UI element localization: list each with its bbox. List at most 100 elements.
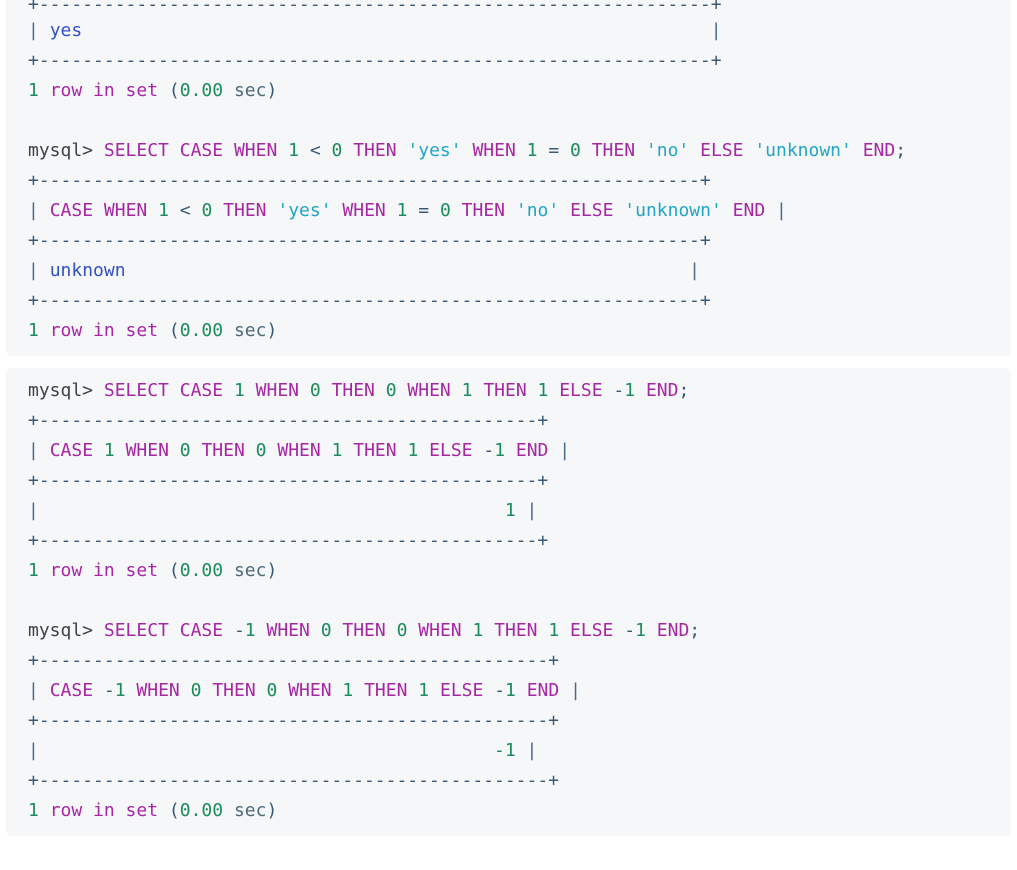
result-cell-value: yes (49, 20, 83, 41)
table-pipe-right: | (526, 500, 538, 521)
table-separator-rule: +---------------------------------------… (6, 466, 1011, 496)
table-pipe-right: | (559, 440, 571, 461)
sql-keyword: WHEN (125, 440, 169, 461)
sql-number-literal: 1 (472, 620, 484, 641)
sql-number-literal: 0 (266, 680, 278, 701)
sql-keyword: WHEN (255, 380, 299, 401)
sql-keyword: ELSE (429, 440, 473, 461)
status-text: row in set (49, 320, 159, 341)
cell-padding (39, 500, 505, 521)
sql-number-literal: 1 (342, 680, 354, 701)
table-separator-rule: +---------------------------------------… (6, 46, 1011, 76)
table-header-row: | CASE 1 WHEN 0 THEN 0 WHEN 1 THEN 1 ELS… (6, 436, 1011, 466)
sql-keyword: CASE (179, 380, 224, 401)
status-row-count: 1 (28, 560, 39, 581)
sql-string-literal: 'no' (645, 140, 690, 161)
sql-number-literal: 0 (309, 380, 321, 401)
status-close-paren: ) (266, 800, 278, 821)
sql-keyword: CASE (179, 620, 224, 641)
status-text: row in set (49, 560, 159, 581)
query-line: mysql> SELECT CASE WHEN 1 < 0 THEN 'yes'… (6, 136, 1011, 166)
table-separator-rule: +---------------------------------------… (6, 526, 1011, 556)
sql-keyword: WHEN (103, 200, 148, 221)
sql-keyword: ELSE (439, 680, 484, 701)
query-line: mysql> SELECT CASE -1 WHEN 0 THEN 0 WHEN… (6, 616, 1011, 646)
sql-keyword: THEN (364, 680, 408, 701)
table-pipe-right: | (526, 740, 538, 761)
table-separator-rule: +---------------------------------------… (6, 766, 1011, 796)
status-duration: 0.00 (179, 80, 224, 101)
sql-keyword: SELECT (103, 380, 169, 401)
table-rule-text: +---------------------------------------… (28, 50, 722, 71)
sql-keyword: CASE (49, 440, 94, 461)
sql-keyword: ELSE (570, 620, 614, 641)
sql-keyword: THEN (212, 680, 256, 701)
table-result-row: | unknown | (6, 256, 1011, 286)
sql-number-literal: 1 (233, 380, 245, 401)
query-line: mysql> SELECT CASE 1 WHEN 0 THEN 0 WHEN … (6, 376, 1011, 406)
sql-number-literal: 1 (461, 380, 473, 401)
table-pipe-left: | (28, 740, 39, 761)
sql-number-literal: 0 (396, 620, 408, 641)
sql-operator: = (418, 200, 430, 221)
status-open-paren: ( (168, 800, 180, 821)
table-result-row: | -1 | (6, 736, 1011, 766)
sql-keyword: THEN (461, 200, 506, 221)
sql-number-literal: 1 (331, 440, 343, 461)
sql-keyword: SELECT (103, 140, 169, 161)
sql-keyword: END (732, 200, 766, 221)
sql-number-literal: 1 (537, 380, 549, 401)
sql-string-literal: 'yes' (407, 140, 462, 161)
cell-padding (126, 260, 690, 281)
status-row-count: 1 (28, 320, 39, 341)
sql-keyword: ELSE (700, 140, 744, 161)
sql-operator: < (179, 200, 191, 221)
table-rule-text: +---------------------------------------… (28, 710, 560, 731)
sql-number-literal: 0 (201, 200, 213, 221)
status-text: row in set (49, 800, 159, 821)
status-row-count: 1 (28, 80, 39, 101)
sql-number-literal: 0 (320, 620, 332, 641)
